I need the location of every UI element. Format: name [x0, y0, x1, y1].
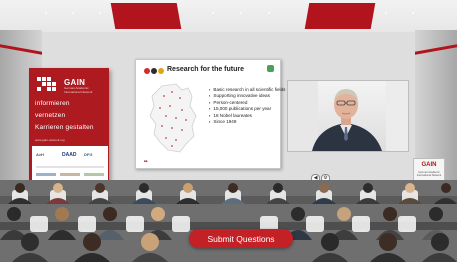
gain-logo-mark	[37, 77, 59, 93]
podium-label: GAIN	[421, 162, 437, 168]
banner-tagline: German Academic International Network	[64, 86, 93, 94]
sponsor-avh: AvH	[36, 152, 44, 157]
slide-dot-gold	[158, 68, 164, 74]
banner-menu-karrieren[interactable]: Karrieren gestalten	[35, 124, 94, 131]
slide-footer-mark: ■■	[144, 159, 148, 163]
ceiling-light	[45, 12, 47, 14]
ceiling-light	[385, 12, 387, 14]
slide-bullet-list: Basic research in all scientific fields …	[209, 87, 285, 125]
ceiling-light	[268, 12, 270, 14]
ceiling-light	[240, 12, 242, 14]
sponsor-dfg: DFG	[84, 152, 93, 157]
ceiling-light	[99, 12, 101, 14]
slide-corner-logo	[267, 65, 274, 72]
ceiling-light	[212, 12, 214, 14]
gain-logo: GAIN German Academic International Netwo…	[35, 74, 105, 96]
sponsor-daad: DAAD	[62, 152, 77, 158]
presentation-slide: Research for the future Basic research i…	[135, 59, 285, 169]
germany-map	[149, 83, 197, 153]
ceiling-red-panel-left	[110, 3, 182, 29]
ceiling-light	[412, 12, 414, 14]
slide-title: Research for the future	[167, 66, 245, 73]
slide-bullet: Since 1949	[209, 119, 285, 125]
slide-dot-black	[151, 68, 157, 74]
audience-seats	[0, 180, 457, 262]
speaker-video[interactable]	[287, 80, 409, 152]
banner-menu-informieren[interactable]: informieren	[35, 100, 70, 107]
banner-url[interactable]: www.gain-network.org	[35, 138, 65, 142]
slide-dot-red	[144, 68, 150, 74]
banner-menu-vernetzen[interactable]: vernetzen	[35, 112, 65, 119]
ceiling-light	[72, 12, 74, 14]
virtual-auditorium: GAIN German Academic International Netwo…	[0, 0, 457, 262]
gain-podium-sign: GAIN German Academic International Netwo…	[413, 158, 445, 182]
audience	[0, 180, 457, 262]
submit-questions-button[interactable]: Submit Questions	[189, 229, 293, 248]
gain-banner: GAIN German Academic International Netwo…	[29, 68, 109, 192]
speaker-figure	[312, 89, 382, 151]
ceiling-red-panel-right	[304, 3, 376, 29]
podium-tagline: German Academic International Network	[416, 171, 442, 177]
